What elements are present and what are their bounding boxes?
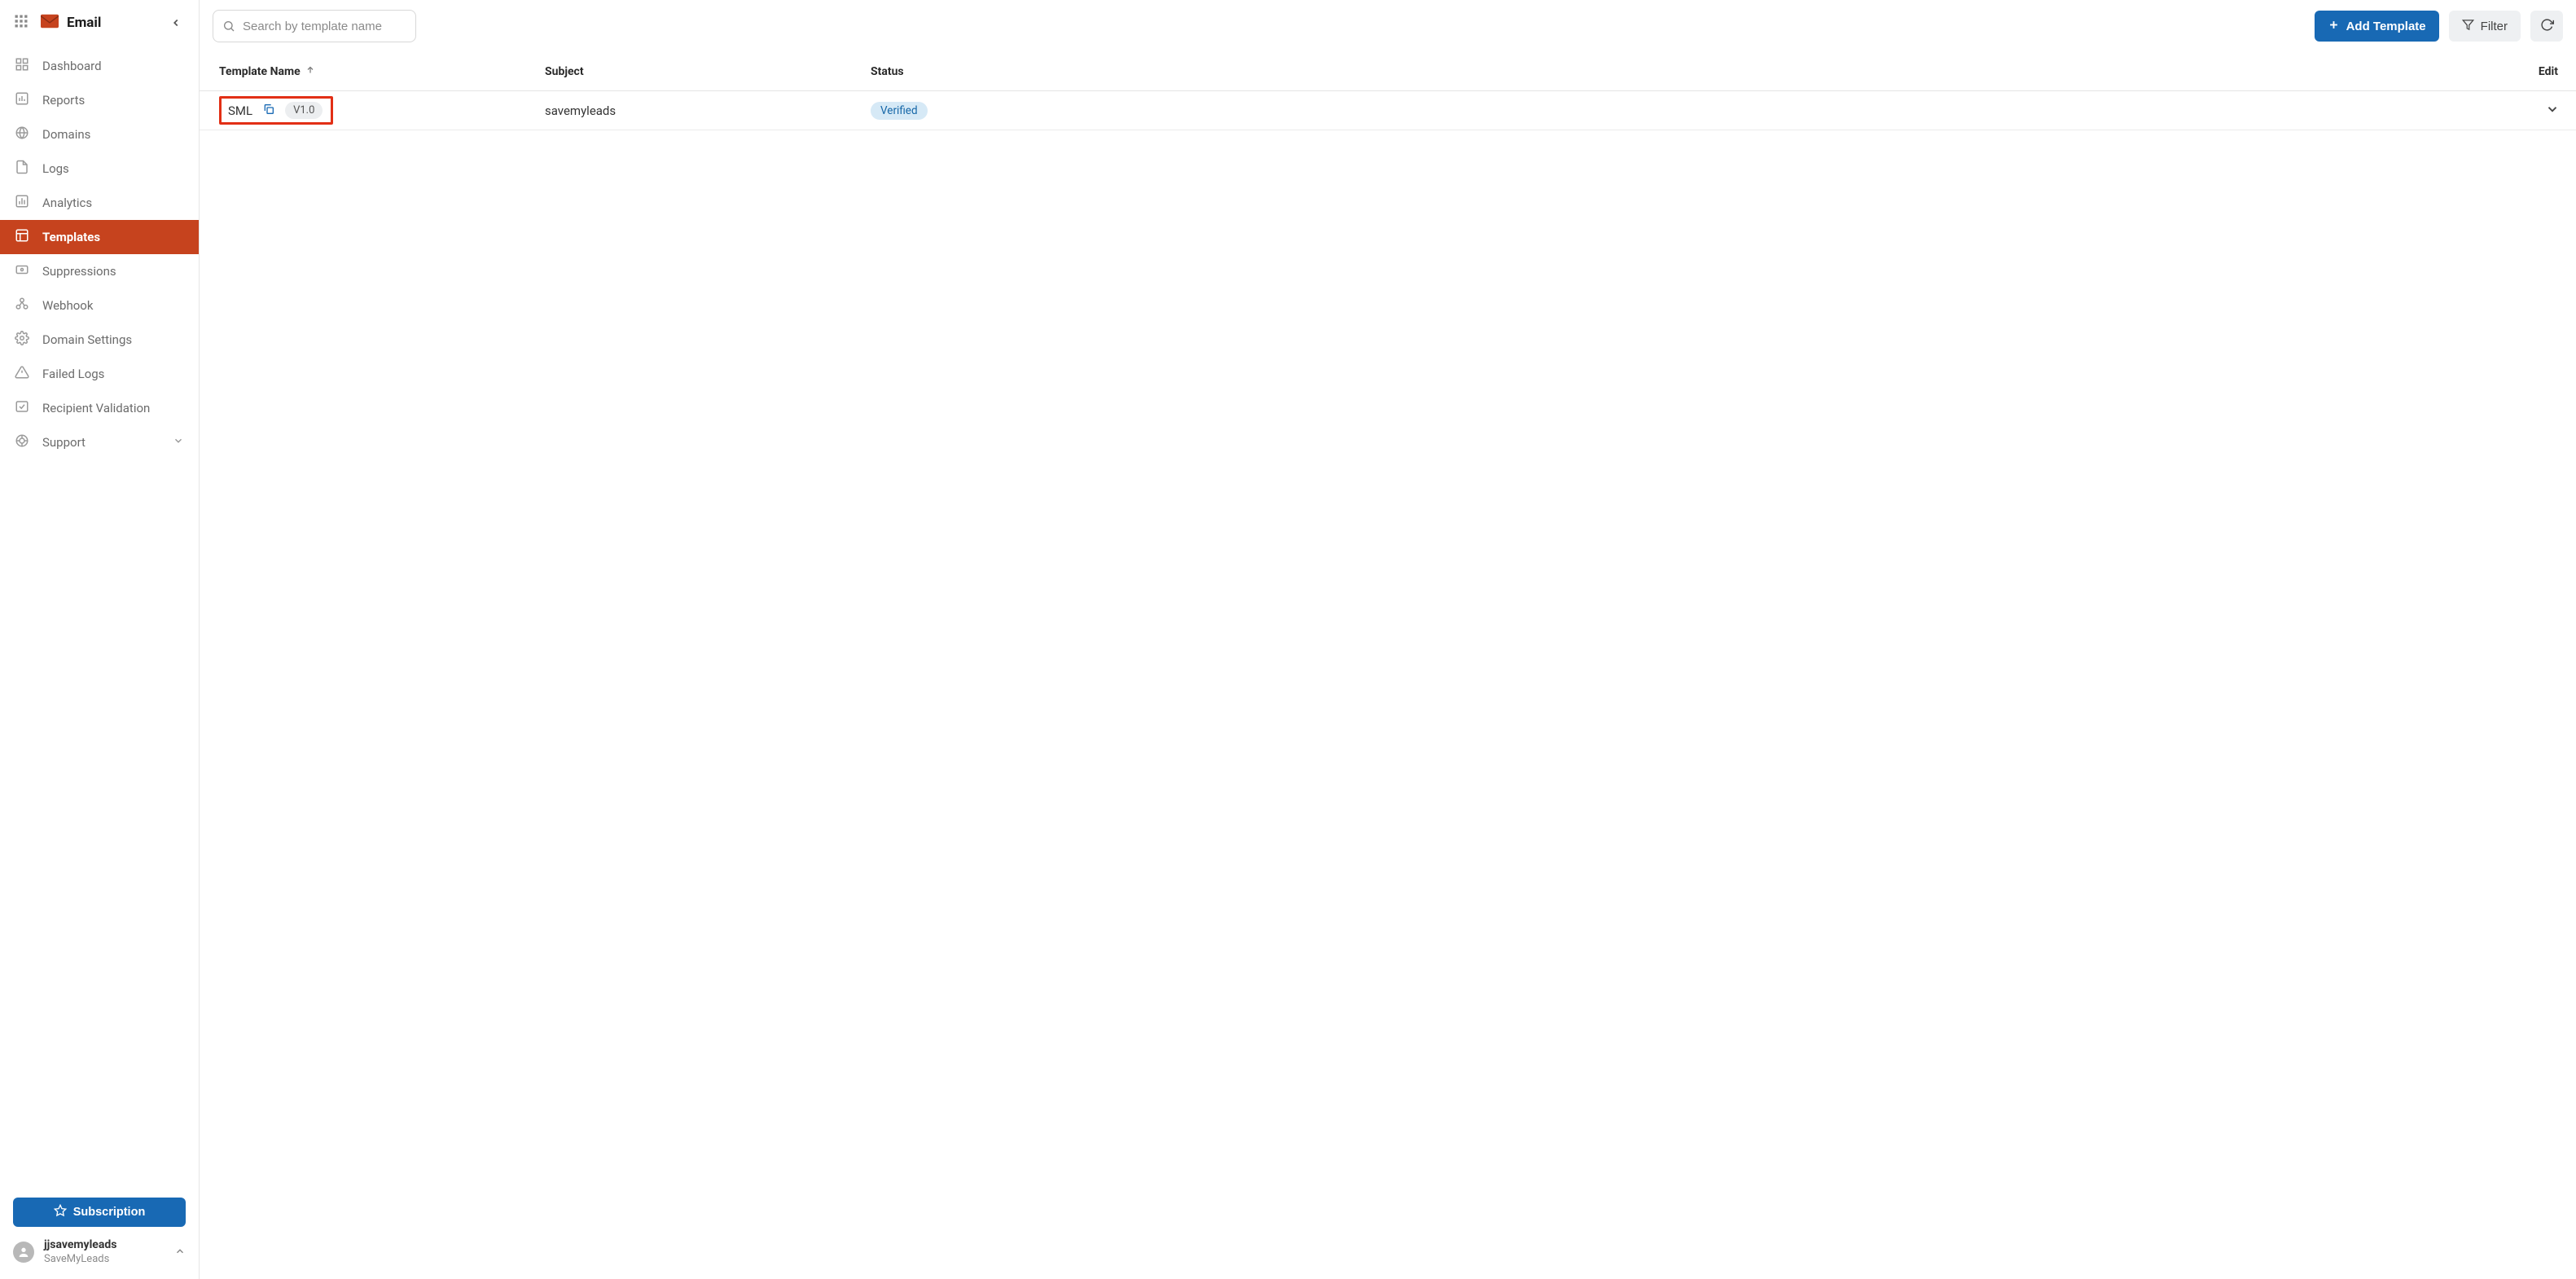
add-template-label: Add Template <box>2346 20 2426 33</box>
warning-icon <box>15 365 29 383</box>
sidebar-item-label: Domains <box>42 127 90 142</box>
avatar <box>13 1242 34 1263</box>
sidebar-item-label: Dashboard <box>42 59 102 73</box>
sidebar-item-domain-settings[interactable]: Domain Settings <box>0 323 199 357</box>
add-template-button[interactable]: Add Template <box>2315 11 2439 42</box>
templates-icon <box>15 228 29 246</box>
chevron-up-icon[interactable] <box>174 1245 186 1260</box>
subscription-button[interactable]: Subscription <box>13 1198 186 1227</box>
user-row[interactable]: jjsavemyleads SaveMyLeads <box>13 1238 186 1266</box>
sidebar-header: Email <box>0 0 199 46</box>
template-highlight-box: SML V1.0 <box>219 96 333 125</box>
sidebar-item-reports[interactable]: Reports <box>0 83 199 117</box>
column-template-name[interactable]: Template Name <box>219 65 545 78</box>
cell-edit <box>1221 102 2576 120</box>
brand-title: Email <box>67 15 101 31</box>
sidebar-item-domains[interactable]: Domains <box>0 117 199 152</box>
topbar: Add Template Filter <box>200 0 2576 52</box>
validation-icon <box>15 399 29 417</box>
analytics-icon <box>15 194 29 212</box>
cell-subject: savemyleads <box>545 103 871 118</box>
sidebar-footer: Subscription jjsavemyleads SaveMyLeads <box>0 1188 199 1279</box>
filter-button[interactable]: Filter <box>2449 11 2521 42</box>
refresh-button[interactable] <box>2530 11 2563 42</box>
user-meta: jjsavemyleads SaveMyLeads <box>44 1238 116 1266</box>
column-edit: Edit <box>1221 65 2576 78</box>
column-label: Status <box>871 65 904 78</box>
sidebar-item-label: Reports <box>42 93 85 108</box>
user-name: jjsavemyleads <box>44 1238 116 1253</box>
plus-icon <box>2328 19 2340 34</box>
filter-label: Filter <box>2481 20 2508 33</box>
version-chip: V1.0 <box>285 102 323 119</box>
sidebar-item-label: Domain Settings <box>42 332 132 347</box>
column-label: Template Name <box>219 65 301 78</box>
sidebar-item-label: Suppressions <box>42 264 116 279</box>
suppressions-icon <box>15 262 29 280</box>
reports-icon <box>15 91 29 109</box>
templates-table: Template Name Subject Status Edit SML <box>200 52 2576 1279</box>
sidebar: Email Dashboard Reports Domains Logs <box>0 0 200 1279</box>
sidebar-item-label: Webhook <box>42 298 93 313</box>
sidebar-nav: Dashboard Reports Domains Logs Analytics… <box>0 46 199 1188</box>
sidebar-item-logs[interactable]: Logs <box>0 152 199 186</box>
domains-icon <box>15 125 29 143</box>
support-icon <box>15 433 29 451</box>
brand: Email <box>41 14 101 32</box>
cell-status: Verified <box>871 102 1221 120</box>
subject-text: savemyleads <box>545 103 616 118</box>
sidebar-item-label: Templates <box>42 230 100 244</box>
copy-icon[interactable] <box>262 103 275 119</box>
sidebar-item-label: Analytics <box>42 196 92 210</box>
sidebar-item-templates[interactable]: Templates <box>0 220 199 254</box>
sidebar-item-label: Logs <box>42 161 69 176</box>
collapse-sidebar-button[interactable] <box>166 13 186 33</box>
table-row[interactable]: SML V1.0 savemyleads Verified <box>200 91 2576 130</box>
search-wrap <box>213 10 416 42</box>
sidebar-item-label: Support <box>42 435 86 450</box>
subscription-label: Subscription <box>73 1206 146 1219</box>
column-label: Subject <box>545 65 584 78</box>
cell-template-name: SML V1.0 <box>219 96 545 125</box>
main: Add Template Filter Template Name Subjec… <box>200 0 2576 1279</box>
status-badge: Verified <box>871 102 928 120</box>
sort-asc-icon <box>305 65 315 78</box>
dashboard-icon <box>15 57 29 75</box>
user-org: SaveMyLeads <box>44 1253 116 1266</box>
column-status[interactable]: Status <box>871 65 1221 78</box>
star-icon <box>54 1204 67 1220</box>
table-header: Template Name Subject Status Edit <box>200 52 2576 91</box>
column-subject[interactable]: Subject <box>545 65 871 78</box>
email-icon <box>41 14 59 32</box>
template-name: SML <box>228 103 252 118</box>
sidebar-item-failed-logs[interactable]: Failed Logs <box>0 357 199 391</box>
sidebar-item-suppressions[interactable]: Suppressions <box>0 254 199 288</box>
app-launcher-icon[interactable] <box>13 13 29 33</box>
sidebar-item-analytics[interactable]: Analytics <box>0 186 199 220</box>
sidebar-item-recipient-validation[interactable]: Recipient Validation <box>0 391 199 425</box>
expand-row-button[interactable] <box>2545 102 2560 120</box>
filter-icon <box>2462 19 2474 34</box>
chevron-down-icon <box>173 435 184 450</box>
search-input[interactable] <box>213 10 416 42</box>
sidebar-item-dashboard[interactable]: Dashboard <box>0 49 199 83</box>
refresh-icon <box>2540 18 2554 35</box>
sidebar-item-label: Recipient Validation <box>42 401 150 415</box>
sidebar-item-label: Failed Logs <box>42 367 104 381</box>
column-label: Edit <box>2539 65 2558 78</box>
sidebar-item-webhook[interactable]: Webhook <box>0 288 199 323</box>
logs-icon <box>15 160 29 178</box>
sidebar-item-support[interactable]: Support <box>0 425 199 459</box>
settings-icon <box>15 331 29 349</box>
webhook-icon <box>15 297 29 314</box>
